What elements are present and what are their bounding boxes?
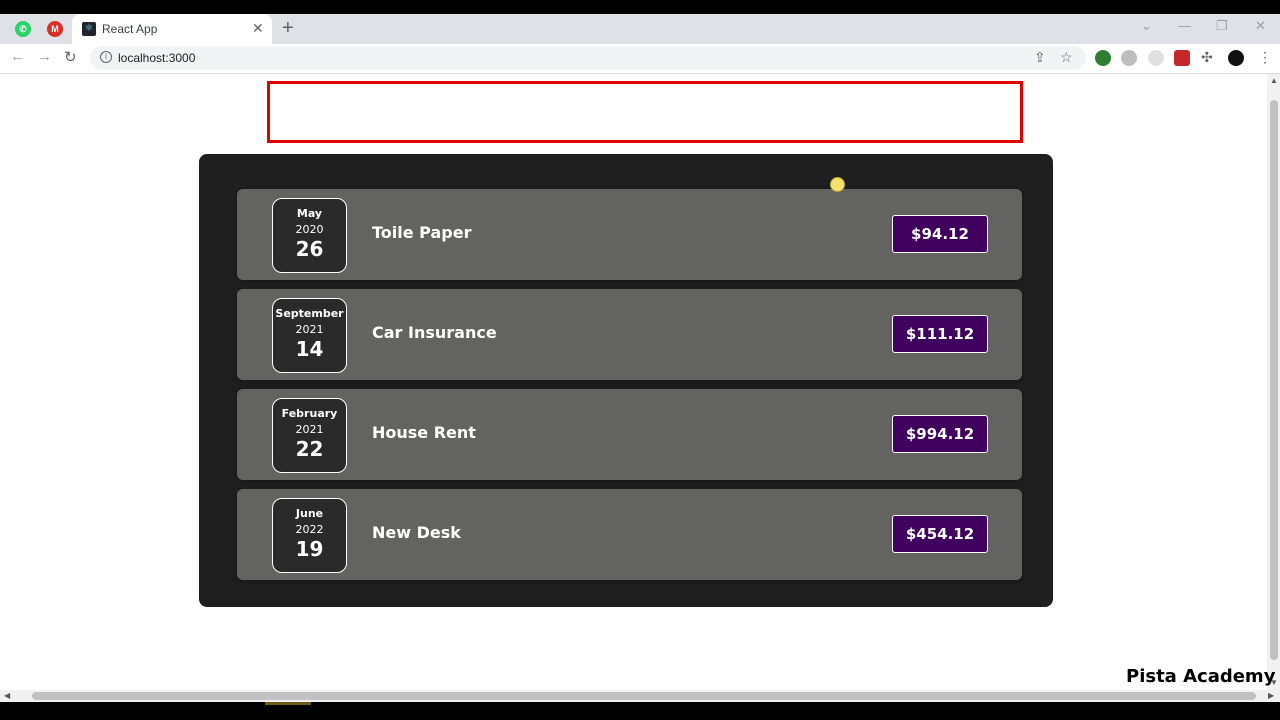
screen-top-bar <box>0 0 1280 14</box>
expense-title: New Desk <box>372 523 461 542</box>
browser-toolbar: ← → ↻ i localhost:3000 ⇪ ☆ ✣ ⋮ <box>0 44 1280 74</box>
extensions-puzzle-icon[interactable]: ✣ <box>1201 49 1213 66</box>
expense-month: September <box>275 307 344 320</box>
forward-icon[interactable]: → <box>37 48 52 65</box>
expense-title: Car Insurance <box>372 323 497 342</box>
extension-red-icon[interactable] <box>1174 50 1190 66</box>
url-text: localhost:3000 <box>118 51 196 65</box>
expense-day: 22 <box>295 437 324 461</box>
expense-date: September 2021 14 <box>272 298 347 373</box>
expenses-container: May 2020 26 Toile Paper $94.12 September… <box>199 154 1053 607</box>
tab-bar: ✆ M ⚛ React App ✕ + ⌄ — ❐ ✕ <box>0 14 1280 44</box>
extension-moon-icon[interactable] <box>1148 50 1164 66</box>
bottom-bar <box>0 702 1280 720</box>
profile-avatar[interactable] <box>1228 50 1244 66</box>
expense-date: February 2021 22 <box>272 398 347 473</box>
whatsapp-pinned-tab-icon[interactable]: ✆ <box>15 21 31 37</box>
react-favicon-icon: ⚛ <box>82 22 96 36</box>
active-tab[interactable]: ⚛ React App ✕ <box>72 14 272 44</box>
expense-item[interactable]: June 2022 19 New Desk $454.12 <box>237 489 1022 580</box>
expense-date: June 2022 19 <box>272 498 347 573</box>
reload-icon[interactable]: ↻ <box>64 48 77 66</box>
taskbar-indicator <box>265 702 311 705</box>
highlighted-region <box>267 81 1023 143</box>
expense-item[interactable]: February 2021 22 House Rent $994.12 <box>237 389 1022 480</box>
bookmark-star-icon[interactable]: ☆ <box>1060 49 1073 66</box>
address-bar[interactable]: i localhost:3000 ⇪ ☆ <box>90 46 1086 70</box>
mail-pinned-tab-icon[interactable]: M <box>47 21 63 37</box>
expense-year: 2020 <box>295 223 324 236</box>
scroll-up-icon[interactable]: ▲ <box>1270 76 1278 85</box>
vertical-scroll-thumb[interactable] <box>1270 100 1278 660</box>
expense-month: May <box>296 207 323 220</box>
expense-price: $994.12 <box>892 415 988 453</box>
scroll-right-icon[interactable]: ▶ <box>1268 691 1274 700</box>
expense-month: June <box>295 507 324 520</box>
scroll-left-icon[interactable]: ◀ <box>4 691 10 700</box>
mouse-cursor-highlight <box>830 177 845 192</box>
expense-day: 19 <box>295 537 324 561</box>
minimize-icon[interactable]: — <box>1178 18 1191 33</box>
expense-year: 2021 <box>295 423 324 436</box>
extension-cloud-icon[interactable] <box>1121 50 1137 66</box>
tab-close-icon[interactable]: ✕ <box>252 20 264 37</box>
expense-title: Toile Paper <box>372 223 472 242</box>
back-icon[interactable]: ← <box>10 48 25 65</box>
horizontal-scroll-thumb[interactable] <box>32 692 1256 700</box>
page-viewport: May 2020 26 Toile Paper $94.12 September… <box>0 74 1267 690</box>
expense-year: 2021 <box>295 323 324 336</box>
new-tab-icon[interactable]: + <box>282 17 294 40</box>
vertical-scrollbar[interactable]: ▲ ▼ <box>1267 74 1280 690</box>
expense-day: 14 <box>295 337 324 361</box>
expense-date: May 2020 26 <box>272 198 347 273</box>
tab-search-icon[interactable]: ⌄ <box>1141 18 1152 34</box>
expense-year: 2022 <box>295 523 324 536</box>
expense-price: $454.12 <box>892 515 988 553</box>
close-window-icon[interactable]: ✕ <box>1255 18 1266 34</box>
expense-day: 26 <box>295 237 324 261</box>
expense-title: House Rent <box>372 423 476 442</box>
expense-price: $111.12 <box>892 315 988 353</box>
site-info-icon[interactable]: i <box>100 51 112 63</box>
menu-kebab-icon[interactable]: ⋮ <box>1258 49 1272 66</box>
restore-icon[interactable]: ❐ <box>1216 18 1228 34</box>
expense-price: $94.12 <box>892 215 988 253</box>
watermark: Pista Academy <box>1126 666 1276 687</box>
horizontal-scrollbar[interactable]: ◀ ▶ <box>0 690 1280 702</box>
share-icon[interactable]: ⇪ <box>1034 49 1046 66</box>
expense-month: February <box>281 407 338 420</box>
extension-globe-icon[interactable] <box>1095 50 1111 66</box>
expense-item[interactable]: May 2020 26 Toile Paper $94.12 <box>237 189 1022 280</box>
expense-item[interactable]: September 2021 14 Car Insurance $111.12 <box>237 289 1022 380</box>
tab-title: React App <box>102 22 158 36</box>
